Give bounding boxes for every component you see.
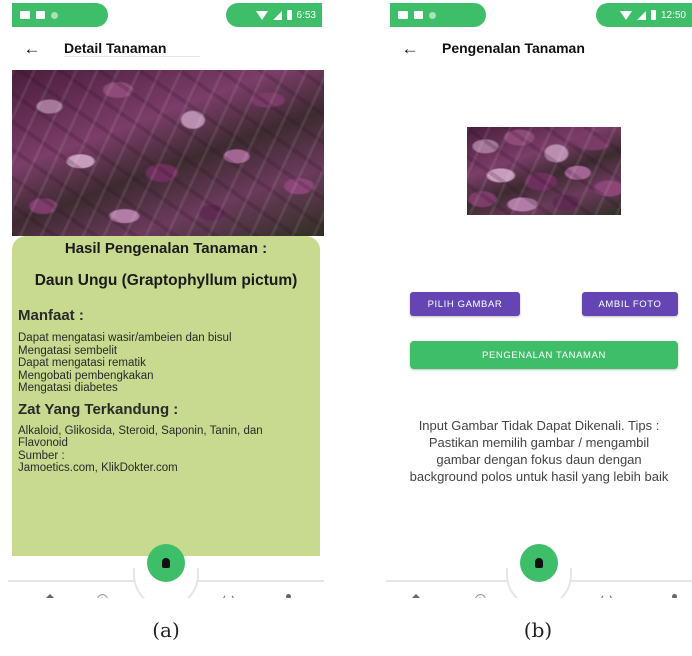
bottom-navigation: i: [386, 544, 692, 598]
mail-icon: [20, 11, 30, 19]
recognize-fab[interactable]: [147, 544, 185, 582]
nav-profile[interactable]: [666, 592, 682, 598]
info-icon: i: [96, 594, 108, 598]
caption-a: (a): [152, 618, 180, 642]
caption-b: (b): [523, 618, 553, 642]
wifi-icon: [619, 10, 632, 20]
plant-name: Daun Ungu (Graptophyllum pictum): [34, 272, 298, 289]
info-icon: i: [474, 594, 486, 598]
dot-icon: [429, 11, 436, 19]
lightbulb-icon: [162, 558, 170, 568]
status-bar-right: 6:53: [226, 3, 322, 27]
selected-plant-image: [467, 127, 621, 215]
lightbulb-icon: [535, 558, 543, 568]
history-icon: [222, 594, 234, 598]
battery-icon: [286, 10, 292, 20]
dot-icon: [51, 11, 58, 19]
recognize-plant-button[interactable]: PENGENALAN TANAMAN: [410, 341, 678, 369]
message-line: gambar dengan fokus daun dengan: [436, 452, 642, 467]
benefits-list: Dapat mengatasi wasir/ambeien dan bisul …: [12, 332, 320, 395]
nav-history[interactable]: [598, 592, 614, 598]
status-bar-left: [390, 3, 486, 27]
app-bar: ← Pengenalan Tanaman: [386, 36, 692, 60]
history-icon: [600, 594, 612, 598]
arrow-left-icon[interactable]: ←: [398, 40, 422, 57]
recognition-message: Input Gambar Tidak Dapat Dikenali. Tips …: [386, 417, 692, 485]
message-line: background polos untuk hasil yang lebih …: [409, 469, 669, 484]
benefit-item: Mengatasi diabetes: [18, 382, 118, 394]
nav-profile[interactable]: [280, 592, 296, 598]
battery-icon: [650, 10, 656, 20]
source-label: Sumber :: [18, 449, 65, 462]
person-icon: [671, 594, 677, 598]
pengenalan-tanaman-screen: 12:50 ← Pengenalan Tanaman PILIH GAMBAR …: [386, 0, 692, 598]
source-value: Jamoetics.com, KlikDokter.com: [18, 462, 178, 474]
pick-image-button[interactable]: PILIH GAMBAR: [410, 292, 520, 316]
result-heading: Hasil Pengenalan Tanaman :: [64, 240, 268, 257]
status-bar-left: [12, 3, 108, 27]
home-icon: [410, 594, 422, 598]
ingredients-line: Alkaloid, Glikosida, Steroid, Saponin, T…: [18, 424, 263, 437]
plant-photo: [12, 70, 324, 236]
result-panel: Hasil Pengenalan Tanaman : Daun Ungu (Gr…: [12, 236, 320, 556]
benefit-item: Mengobati pembengkakan: [18, 369, 154, 382]
benefits-title: Manfaat :: [18, 307, 84, 324]
nav-history[interactable]: [220, 592, 236, 598]
page-title: Pengenalan Tanaman: [442, 40, 585, 56]
nav-info[interactable]: i: [94, 592, 110, 598]
status-time: 6:53: [296, 9, 316, 21]
signal-icon: [272, 10, 282, 20]
sim-icon: [36, 11, 45, 19]
detail-tanaman-screen: 6:53 ← Detail Tanaman Hasil Pengenalan T…: [8, 0, 324, 598]
status-time: 12:50: [660, 9, 686, 21]
nav-home[interactable]: [42, 592, 58, 598]
message-line: Input Gambar Tidak Dapat Dikenali. Tips …: [418, 418, 660, 433]
status-bar-right: 12:50: [596, 3, 692, 27]
ingredients-line: Flavonoid: [18, 437, 68, 449]
benefit-item: Dapat mengatasi rematik: [18, 357, 146, 369]
bottom-navigation: i: [8, 544, 324, 598]
ingredients-title: Zat Yang Terkandung :: [18, 400, 179, 418]
recognize-fab[interactable]: [520, 544, 558, 582]
ingredients-text: Alkaloid, Glikosida, Steroid, Saponin, T…: [12, 425, 320, 475]
benefit-item: Mengatasi sembelit: [18, 344, 118, 357]
home-icon: [44, 594, 56, 598]
mail-icon: [398, 11, 408, 19]
take-photo-button[interactable]: AMBIL FOTO: [582, 292, 678, 316]
app-bar: ← Detail Tanaman: [8, 36, 324, 60]
message-line: Pastikan memilih gambar / mengambil: [428, 435, 650, 450]
person-icon: [285, 594, 291, 598]
sim-icon: [414, 11, 423, 19]
page-title: Detail Tanaman: [64, 40, 201, 57]
nav-home[interactable]: [408, 592, 424, 598]
signal-icon: [636, 10, 646, 20]
wifi-icon: [255, 10, 268, 20]
nav-info[interactable]: i: [472, 592, 488, 598]
arrow-left-icon[interactable]: ←: [20, 40, 44, 57]
benefit-item: Dapat mengatasi wasir/ambeien dan bisul: [18, 332, 232, 344]
